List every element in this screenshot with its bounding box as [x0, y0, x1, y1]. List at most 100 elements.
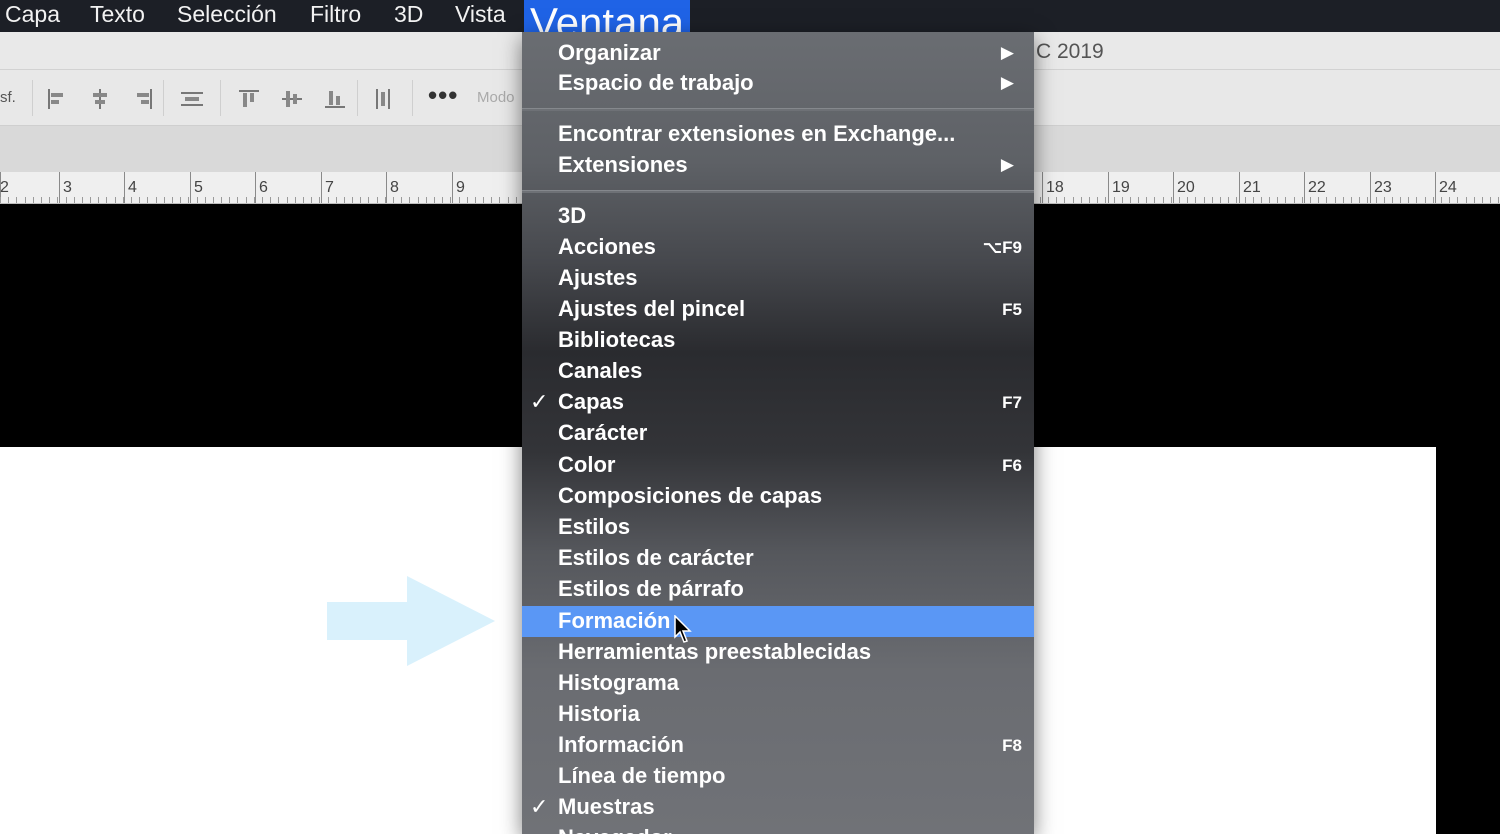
distribute-icon[interactable] — [179, 86, 205, 112]
ruler-minor-tick — [311, 197, 312, 203]
menu-item-extensiones[interactable]: Extensiones ▶ — [522, 150, 1034, 181]
align-right-icon[interactable] — [130, 86, 156, 112]
ruler-minor-tick — [49, 197, 50, 203]
menu-item-organizar[interactable]: Organizar ▶ — [522, 38, 1034, 69]
menu-item-label: Navegador — [558, 823, 672, 834]
right-arrow-graphic — [327, 576, 495, 666]
menu-item-label: 3D — [558, 203, 587, 228]
menu-item-espacio-de-trabajo[interactable]: Espacio de trabajo ▶ — [522, 68, 1034, 99]
menu-item-linea-de-tiempo[interactable]: Línea de tiempo — [522, 761, 1034, 792]
ruler-minor-tick — [319, 197, 320, 203]
ruler-minor-tick — [262, 197, 263, 203]
window-menu-dropdown: Organizar ▶ Espacio de trabajo ▶ Encontrar… — [522, 32, 1034, 834]
ruler-label: 2 — [0, 179, 9, 196]
ruler-minor-tick — [1367, 197, 1368, 203]
ruler-minor-tick — [1154, 197, 1155, 203]
ruler-minor-tick — [147, 197, 148, 203]
align-vertical-center-icon[interactable] — [279, 86, 305, 112]
align-left-icon[interactable] — [44, 86, 70, 112]
menu-item-informacion[interactable]: Información F8 — [522, 730, 1034, 761]
ruler-minor-tick — [418, 197, 419, 203]
ruler-minor-tick — [90, 197, 91, 203]
ruler-minor-tick — [1400, 197, 1401, 203]
menu-item-caracter[interactable]: Carácter — [522, 418, 1034, 449]
align-bottom-icon[interactable] — [322, 86, 348, 112]
menu-item-canales[interactable]: Canales — [522, 356, 1034, 387]
menu-item-label: Información — [558, 732, 684, 757]
ruler-minor-tick — [205, 197, 206, 203]
menu-item-muestras[interactable]: ✓ Muestras — [522, 792, 1034, 823]
menu-item-estilos-de-parrafo[interactable]: Estilos de párrafo — [522, 574, 1034, 605]
ruler-minor-tick — [1466, 197, 1467, 203]
ruler-tick — [452, 172, 453, 203]
shortcut: F6 — [1002, 456, 1022, 475]
menu-item-color[interactable]: Color F6 — [522, 450, 1034, 481]
ruler-label: 20 — [1177, 179, 1195, 196]
ruler-minor-tick — [1105, 197, 1106, 203]
separator — [32, 80, 33, 116]
more-options-icon[interactable]: ••• — [428, 80, 458, 111]
menu-seleccion[interactable]: Selección — [177, 0, 277, 32]
menu-item-label: Herramientas preestablecidas — [558, 639, 872, 664]
ruler-minor-tick — [1228, 197, 1229, 203]
menu-item-herramientas-preestablecidas[interactable]: Herramientas preestablecidas — [522, 637, 1034, 668]
menu-3d[interactable]: 3D — [394, 0, 423, 32]
menu-capa[interactable]: Capa — [5, 0, 60, 32]
menu-item-acciones[interactable]: Acciones ⌥F9 — [522, 232, 1034, 263]
menu-item-navegador[interactable]: Navegador — [522, 823, 1034, 834]
separator — [357, 80, 358, 116]
menu-item-bibliotecas[interactable]: Bibliotecas — [522, 325, 1034, 356]
menu-item-label: Organizar — [558, 40, 661, 65]
shortcut: F8 — [1002, 736, 1022, 755]
ruler-minor-tick — [1073, 197, 1074, 203]
ruler-minor-tick — [1146, 197, 1147, 203]
ruler-minor-tick — [377, 197, 378, 203]
ruler-minor-tick — [213, 197, 214, 203]
menu-texto[interactable]: Texto — [90, 0, 145, 32]
distribute-vertical-icon[interactable] — [370, 86, 396, 112]
menu-item-encontrar-extensiones[interactable]: Encontrar extensiones en Exchange... — [522, 119, 1034, 150]
menu-item-label: Formación — [558, 608, 671, 633]
ruler-minor-tick — [33, 197, 34, 203]
align-top-icon[interactable] — [236, 86, 262, 112]
ruler-minor-tick — [106, 197, 107, 203]
ruler-minor-tick — [1261, 197, 1262, 203]
ruler-minor-tick — [131, 197, 132, 203]
menu-item-3d[interactable]: 3D — [522, 201, 1034, 232]
ruler-minor-tick — [450, 197, 451, 203]
submenu-arrow-icon: ▶ — [1000, 43, 1014, 62]
ruler-minor-tick — [1253, 197, 1254, 203]
menu-item-ajustes[interactable]: Ajustes — [522, 263, 1034, 294]
menu-item-formacion[interactable]: Formación — [522, 606, 1034, 637]
ruler-minor-tick — [328, 197, 329, 203]
menu-item-label: Estilos de párrafo — [558, 576, 744, 601]
ruler-minor-tick — [1171, 197, 1172, 203]
menu-item-composiciones-de-capas[interactable]: Composiciones de capas — [522, 481, 1034, 512]
menu-item-historia[interactable]: Historia — [522, 699, 1034, 730]
ruler-minor-tick — [401, 197, 402, 203]
ruler-minor-tick — [434, 197, 435, 203]
ruler-minor-tick — [98, 197, 99, 203]
checkmark-icon: ✓ — [530, 794, 549, 819]
ruler-minor-tick — [25, 197, 26, 203]
menu-filtro[interactable]: Filtro — [310, 0, 361, 32]
menu-item-estilos[interactable]: Estilos — [522, 512, 1034, 543]
ruler-minor-tick — [1457, 197, 1458, 203]
ruler-label: 19 — [1112, 179, 1130, 196]
menu-item-ajustes-del-pincel[interactable]: Ajustes del pincel F5 — [522, 294, 1034, 325]
menu-item-histograma[interactable]: Histograma — [522, 668, 1034, 699]
ruler-minor-tick — [1449, 197, 1450, 203]
ruler-minor-tick — [164, 197, 165, 203]
align-horizontal-center-icon[interactable] — [87, 86, 113, 112]
ruler-minor-tick — [197, 197, 198, 203]
ruler-minor-tick — [1343, 197, 1344, 203]
ruler-minor-tick — [1130, 197, 1131, 203]
menu-item-label: Ajustes — [558, 265, 638, 290]
menu-item-capas[interactable]: ✓ Capas F7 — [522, 387, 1034, 418]
menu-item-estilos-de-caracter[interactable]: Estilos de carácter — [522, 543, 1034, 574]
menu-vista[interactable]: Vista — [455, 0, 506, 32]
ruler-tick — [1173, 172, 1174, 203]
ruler-label: 6 — [259, 179, 268, 196]
ruler-minor-tick — [0, 197, 1, 203]
shortcut: ⌥F9 — [982, 238, 1022, 257]
